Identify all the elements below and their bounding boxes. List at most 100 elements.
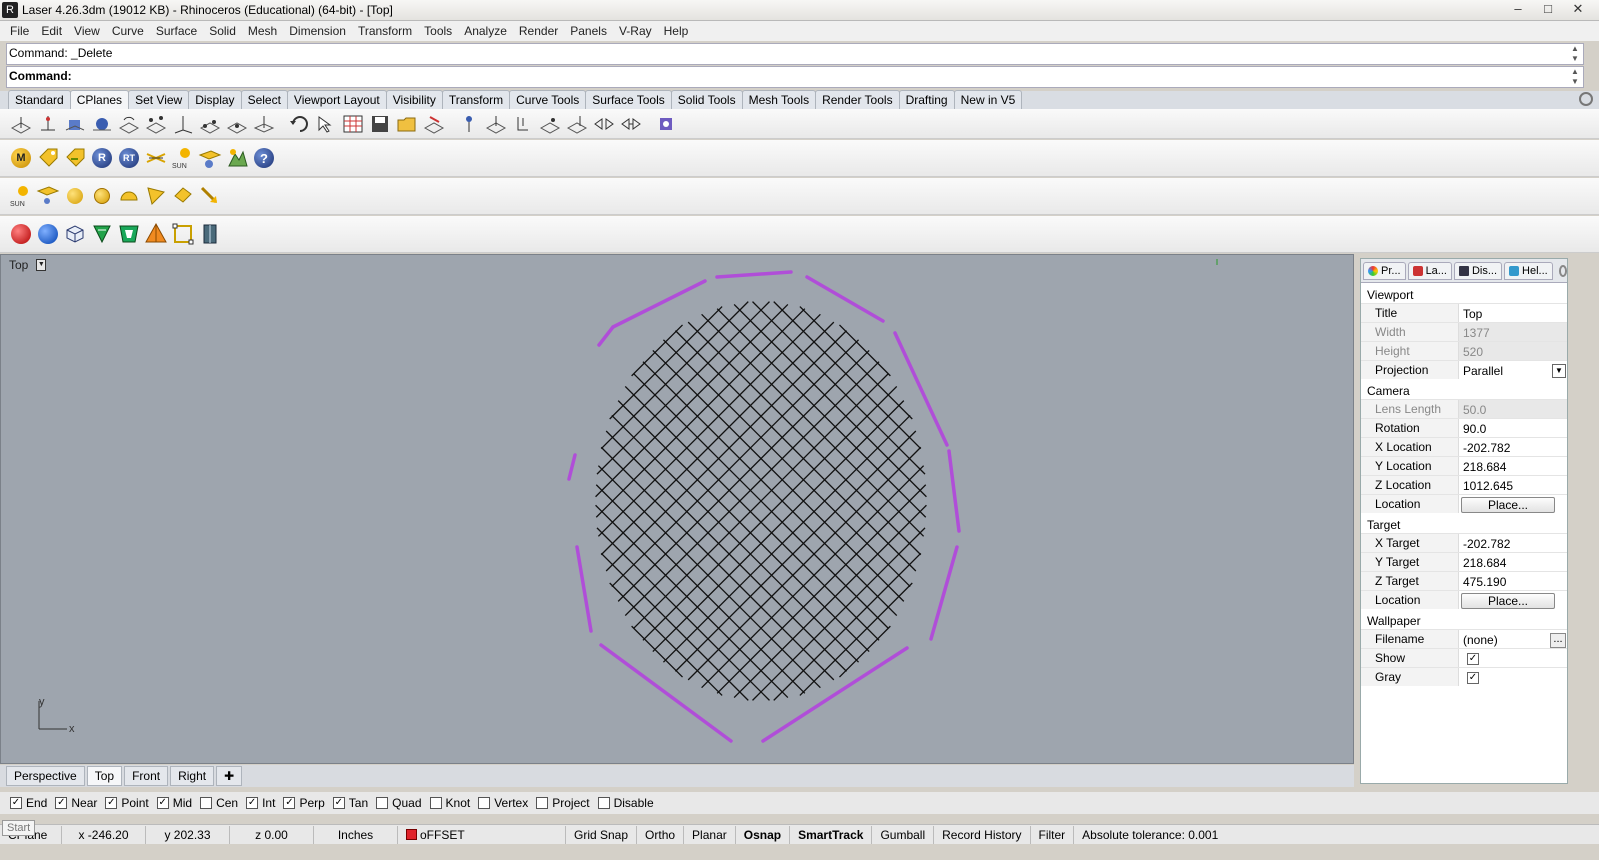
- cplane-perpendicular-icon[interactable]: [456, 111, 482, 137]
- vray-dome-icon[interactable]: [116, 183, 142, 209]
- prop-xloc-value[interactable]: -202.782: [1459, 438, 1567, 456]
- grid-line[interactable]: [687, 321, 922, 556]
- osnap-quad[interactable]: Quad: [376, 796, 422, 810]
- vray-cone-icon[interactable]: [143, 221, 169, 247]
- tab-transform[interactable]: Transform: [441, 90, 511, 109]
- tab-display[interactable]: Display: [188, 90, 242, 109]
- vray-clipper-icon[interactable]: [197, 221, 223, 247]
- osnap-mid[interactable]: ✓ Mid: [156, 796, 192, 810]
- tab-front[interactable]: Front: [124, 766, 169, 786]
- panel-tab-properties[interactable]: Pr...: [1363, 261, 1406, 280]
- vray-dome-light-icon[interactable]: [197, 145, 223, 171]
- osnap-point-checkbox[interactable]: ✓: [105, 797, 118, 809]
- save-cplane-icon[interactable]: [367, 111, 393, 137]
- record-history-toggle[interactable]: Record History: [934, 825, 1031, 844]
- grid-line[interactable]: [597, 313, 821, 537]
- osnap-perp[interactable]: ✓ Perp: [283, 796, 325, 810]
- filter-toggle[interactable]: Filter: [1031, 825, 1075, 844]
- grid-line[interactable]: [733, 504, 927, 699]
- open-cplane-icon[interactable]: [394, 111, 420, 137]
- grid-line[interactable]: [596, 527, 770, 701]
- osnap-int[interactable]: ✓ Int: [246, 796, 275, 810]
- tab-set-view[interactable]: Set View: [128, 90, 190, 109]
- gray-checkbox[interactable]: ✓: [1467, 672, 1479, 684]
- osnap-near-checkbox[interactable]: ✓: [55, 797, 68, 809]
- osnap-perp-checkbox[interactable]: ✓: [283, 797, 296, 809]
- tab-select[interactable]: Select: [240, 90, 288, 109]
- osnap-project-checkbox[interactable]: [536, 797, 549, 809]
- vray-sphere-light-icon[interactable]: [62, 183, 88, 209]
- history-scroll-down[interactable]: ▼: [1568, 54, 1582, 63]
- menu-curve[interactable]: Curve: [106, 24, 150, 38]
- panel-tab-help[interactable]: Hel...: [1504, 261, 1553, 280]
- tab-solid-tools[interactable]: Solid Tools: [670, 90, 743, 109]
- offset-curve-segment[interactable]: [947, 449, 961, 533]
- offset-curve-segment[interactable]: [575, 545, 593, 633]
- osnap-toggle[interactable]: Osnap: [736, 825, 791, 844]
- grid-line[interactable]: [652, 349, 905, 602]
- cplane-previous-icon[interactable]: [591, 111, 617, 137]
- osnap-cen-checkbox[interactable]: [200, 797, 213, 809]
- grid-line[interactable]: [611, 414, 860, 663]
- prop-ytgt-value[interactable]: 218.684: [1459, 553, 1567, 571]
- cplane-next-icon[interactable]: [618, 111, 644, 137]
- vray-mesh-icon[interactable]: [116, 221, 142, 247]
- offset-curve-segment[interactable]: [715, 270, 793, 279]
- grid-line[interactable]: [687, 446, 922, 681]
- panel-settings-gear-icon[interactable]: [1558, 264, 1567, 277]
- tab-visibility[interactable]: Visibility: [385, 90, 443, 109]
- cplane-to-surface-icon[interactable]: [89, 111, 115, 137]
- grid-line[interactable]: [752, 527, 926, 701]
- viewport-canvas[interactable]: y x: [1, 255, 1353, 763]
- grid-line[interactable]: [701, 313, 925, 537]
- vray-sun-icon[interactable]: SUN: [170, 145, 196, 171]
- tab-viewport-layout[interactable]: Viewport Layout: [286, 90, 387, 109]
- command-input[interactable]: Command: ▲ ▼: [6, 66, 1584, 88]
- vray-blue-sphere-icon[interactable]: [35, 221, 61, 247]
- vray-proxy-icon[interactable]: [224, 145, 250, 171]
- osnap-end[interactable]: ✓ End: [10, 796, 47, 810]
- menu-file[interactable]: File: [4, 24, 35, 38]
- menu-help[interactable]: Help: [658, 24, 695, 38]
- vray-spot-light-icon[interactable]: [143, 183, 169, 209]
- projection-select[interactable]: Parallel ▼: [1459, 361, 1567, 379]
- wallpaper-browse-button[interactable]: ...: [1550, 632, 1566, 648]
- grid-line[interactable]: [701, 465, 925, 689]
- tab-perspective[interactable]: Perspective: [6, 766, 85, 786]
- cplane-front-icon[interactable]: [483, 111, 509, 137]
- command-scroll-down[interactable]: ▼: [1568, 77, 1582, 86]
- vray-ies-light-icon[interactable]: [170, 183, 196, 209]
- osnap-near[interactable]: ✓ Near: [55, 796, 97, 810]
- grid-line[interactable]: [611, 339, 860, 588]
- camera-place-button[interactable]: Place...: [1461, 497, 1555, 513]
- menu-render[interactable]: Render: [513, 24, 564, 38]
- grid-line[interactable]: [600, 446, 835, 681]
- laser-cut-grid-pattern[interactable]: [595, 301, 927, 701]
- grid-line[interactable]: [595, 484, 806, 694]
- status-units[interactable]: Inches: [314, 825, 398, 844]
- osnap-tan[interactable]: ✓ Tan: [332, 796, 368, 810]
- menu-transform[interactable]: Transform: [352, 24, 418, 38]
- tab-drafting[interactable]: Drafting: [898, 90, 955, 109]
- menu-solid[interactable]: Solid: [203, 24, 242, 38]
- vray-rt-render-button[interactable]: RT: [116, 145, 142, 171]
- cplane-z-axis-icon[interactable]: [170, 111, 196, 137]
- grid-line[interactable]: [716, 484, 927, 694]
- grid-icon[interactable]: [340, 111, 366, 137]
- vray-direct-light-icon[interactable]: [197, 183, 223, 209]
- planar-toggle[interactable]: Planar: [684, 825, 736, 844]
- vray-box-icon[interactable]: [62, 221, 88, 247]
- prop-xtgt-value[interactable]: -202.782: [1459, 534, 1567, 552]
- menu-mesh[interactable]: Mesh: [242, 24, 283, 38]
- tab-right[interactable]: Right: [170, 766, 215, 786]
- osnap-knot[interactable]: Knot: [429, 796, 470, 810]
- osnap-int-checkbox[interactable]: ✓: [246, 797, 259, 809]
- osnap-knot-checkbox[interactable]: [429, 797, 442, 809]
- vray-sun-light-icon[interactable]: SUN: [8, 183, 34, 209]
- vray-tag-alt-icon[interactable]: [62, 145, 88, 171]
- tab-cplanes[interactable]: CPlanes: [69, 90, 130, 109]
- tab-standard[interactable]: Standard: [8, 90, 71, 109]
- prop-ztgt-value[interactable]: 475.190: [1459, 572, 1567, 590]
- vray-frame-buffer-icon[interactable]: [143, 145, 169, 171]
- grid-line[interactable]: [716, 308, 927, 518]
